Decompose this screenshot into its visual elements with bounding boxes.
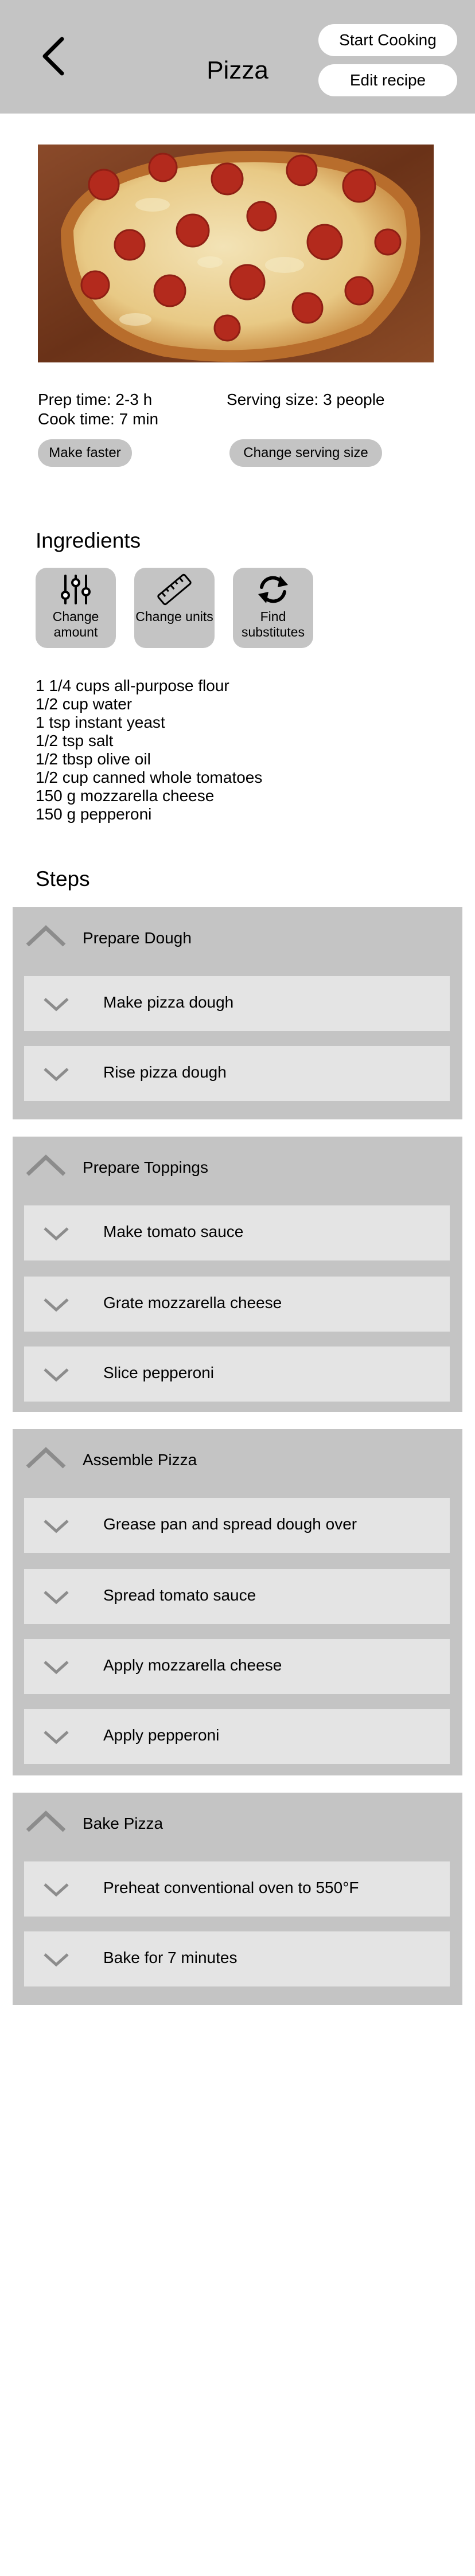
step-item[interactable]: Spread tomato sauce — [24, 1569, 450, 1624]
chevron-down-icon — [44, 1227, 69, 1241]
step-group-prepare-dough: Prepare Dough Make pizza dough Rise pizz… — [13, 907, 462, 1119]
ingredient-item: 1/2 tsp salt — [36, 732, 114, 750]
step-title: Slice pepperoni — [103, 1364, 215, 1381]
ingredient-item: 1/2 cup water — [36, 695, 133, 713]
chevron-up-icon — [26, 1810, 66, 1832]
ingredients-heading: Ingredients — [36, 529, 141, 552]
step-group-bake-pizza: Bake Pizza Preheat conventional oven to … — [13, 1793, 462, 2005]
change-units-label: Change units — [135, 609, 213, 624]
step-item[interactable]: Apply mozzarella cheese — [24, 1639, 450, 1694]
prep-time: Prep time: 2-3 h — [38, 391, 153, 408]
step-item[interactable]: Grease pan and spread dough over — [24, 1498, 450, 1553]
step-item[interactable]: Preheat conventional oven to 550°F — [24, 1861, 450, 1917]
step-group-assemble-pizza: Assemble Pizza Grease pan and spread dou… — [13, 1429, 462, 1775]
step-group-title: Prepare Dough — [83, 929, 192, 947]
pizza-photo — [38, 145, 434, 362]
step-group-prepare-toppings: Prepare Toppings Make tomato sauce Grate… — [13, 1137, 462, 1412]
step-item[interactable]: Grate mozzarella cheese — [24, 1277, 450, 1332]
sliders-icon — [61, 575, 91, 604]
step-group-header[interactable]: Prepare Dough — [13, 907, 462, 965]
step-title: Spread tomato sauce — [103, 1586, 256, 1604]
step-item[interactable]: Slice pepperoni — [24, 1346, 450, 1402]
chevron-down-icon — [44, 1953, 69, 1967]
change-amount-button[interactable]: Change amount — [36, 568, 116, 648]
ingredient-item: 1 tsp instant yeast — [36, 713, 165, 731]
step-title: Preheat conventional oven to 550°F — [103, 1879, 359, 1896]
step-title: Make tomato sauce — [103, 1223, 244, 1240]
edit-recipe-button[interactable]: Edit recipe — [318, 64, 457, 96]
step-title: Apply mozzarella cheese — [103, 1656, 282, 1674]
step-title: Grease pan and spread dough over — [103, 1515, 357, 1533]
ingredient-item: 1/2 cup canned whole tomatoes — [36, 768, 263, 786]
step-title: Rise pizza dough — [103, 1063, 227, 1081]
cook-time: Cook time: 7 min — [38, 410, 159, 428]
start-cooking-button[interactable]: Start Cooking — [318, 24, 457, 56]
step-group-title: Assemble Pizza — [83, 1451, 197, 1469]
step-group-title: Bake Pizza — [83, 1814, 163, 1832]
chevron-down-icon — [44, 1068, 69, 1082]
ingredient-list: 1 1/4 cups all-purpose flour 1/2 cup wat… — [36, 677, 262, 823]
step-item[interactable]: Bake for 7 minutes — [24, 1931, 450, 1986]
chevron-down-icon — [44, 998, 69, 1012]
change-units-button[interactable]: Change units — [134, 568, 215, 648]
change-amount-label: Change amount — [52, 609, 99, 639]
step-title: Apply pepperoni — [103, 1726, 220, 1744]
serving-size: Serving size: 3 people — [227, 391, 385, 408]
step-item[interactable]: Make pizza dough — [24, 976, 450, 1031]
chevron-down-icon — [44, 1298, 69, 1312]
ingredient-item: 1/2 tbsp olive oil — [36, 750, 151, 768]
ingredient-item: 1 1/4 cups all-purpose flour — [36, 677, 229, 694]
header-bar: Pizza Start Cooking Edit recipe — [0, 0, 475, 114]
ingredient-item: 150 g mozzarella cheese — [36, 787, 215, 805]
chevron-down-icon — [44, 1731, 69, 1744]
refresh-icon — [258, 576, 288, 603]
chevron-up-icon — [26, 1154, 66, 1176]
step-title: Make pizza dough — [103, 993, 234, 1011]
step-item[interactable]: Apply pepperoni — [24, 1709, 450, 1764]
chevron-up-icon — [26, 1447, 66, 1469]
ruler-icon — [157, 573, 192, 606]
step-item[interactable]: Rise pizza dough — [24, 1046, 450, 1101]
step-group-title: Prepare Toppings — [83, 1158, 208, 1176]
step-title: Grate mozzarella cheese — [103, 1294, 282, 1312]
find-substitutes-label: Find substitutes — [242, 609, 305, 639]
ingredient-item: 150 g pepperoni — [36, 805, 152, 823]
chevron-down-icon — [44, 1661, 69, 1675]
step-group-header[interactable]: Bake Pizza — [13, 1793, 462, 1850]
chevron-down-icon — [44, 1883, 69, 1897]
find-substitutes-button[interactable]: Find substitutes — [233, 568, 313, 648]
chevron-down-icon — [44, 1520, 69, 1533]
chevron-down-icon — [44, 1591, 69, 1605]
step-group-header[interactable]: Assemble Pizza — [13, 1429, 462, 1486]
step-group-header[interactable]: Prepare Toppings — [13, 1137, 462, 1194]
chevron-up-icon — [26, 925, 66, 947]
step-item[interactable]: Make tomato sauce — [24, 1205, 450, 1260]
steps-heading: Steps — [36, 867, 90, 891]
step-title: Bake for 7 minutes — [103, 1949, 238, 1966]
change-serving-size-button[interactable]: Change serving size — [229, 439, 382, 467]
chevron-down-icon — [44, 1368, 69, 1382]
make-faster-button[interactable]: Make faster — [38, 439, 132, 467]
